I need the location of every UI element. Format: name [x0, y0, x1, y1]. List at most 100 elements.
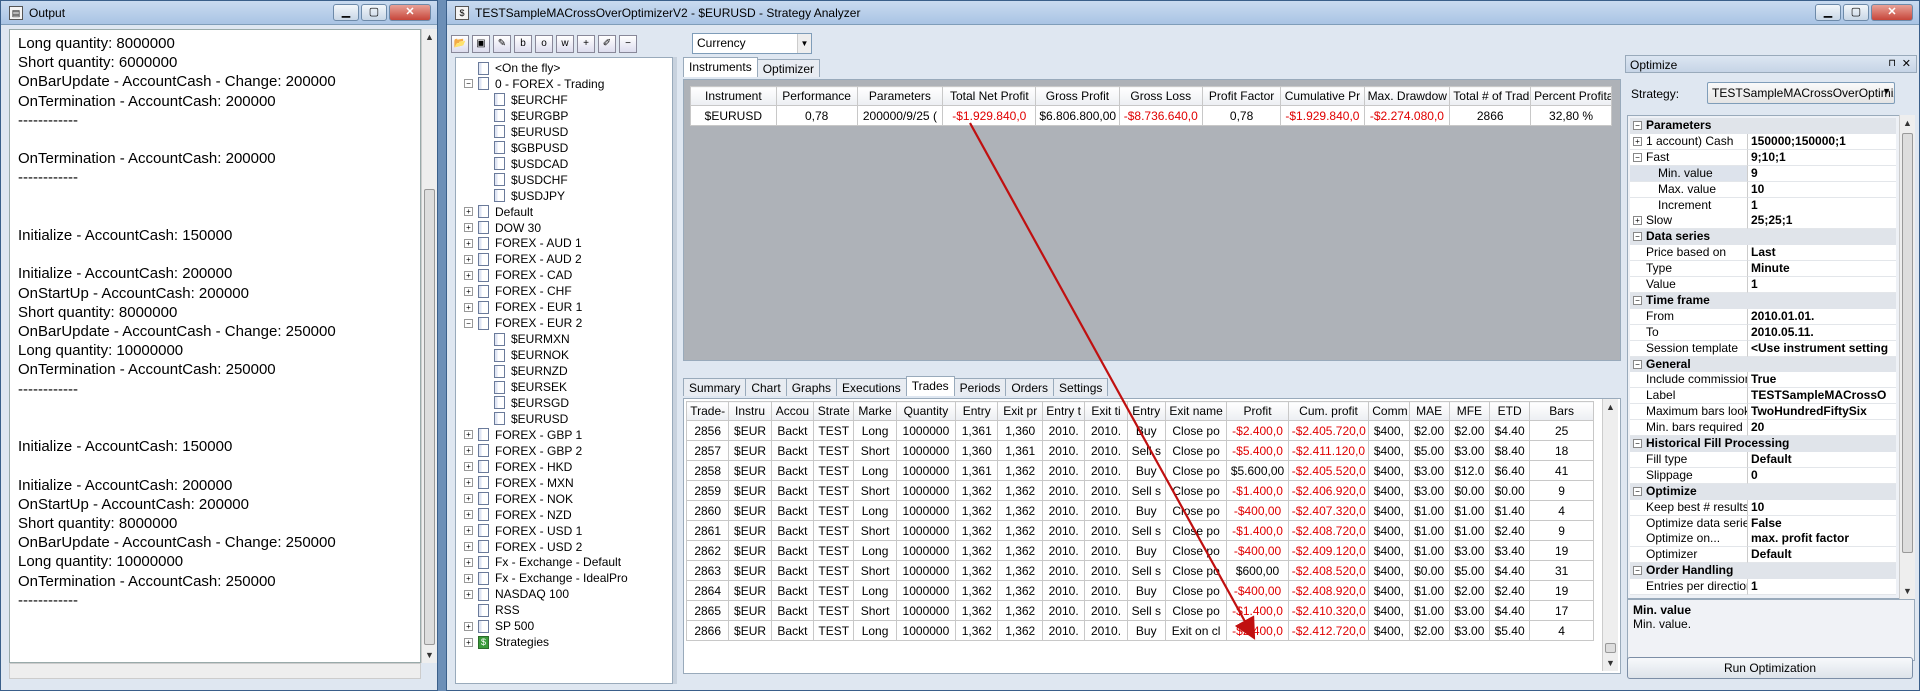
tree-item[interactable]: + FOREX - GBP 1 [464, 427, 582, 443]
column-header[interactable]: Comm [1368, 401, 1410, 421]
column-header[interactable]: Entry [1126, 401, 1166, 421]
column-header[interactable]: Performance [775, 86, 858, 106]
property-value[interactable]: 150000;150000;1 [1748, 133, 1896, 150]
column-header[interactable]: Strate [813, 401, 855, 421]
expand-icon[interactable]: + [464, 637, 473, 647]
property-category[interactable]: Historical Fill Processing − [1630, 436, 1896, 452]
expand-icon[interactable]: + [464, 510, 473, 520]
optimize-icon[interactable]: o [535, 35, 553, 53]
instrument-tree[interactable]: <On the fly> −0 - FOREX - Trading $EURCHF $… [455, 57, 673, 684]
tree-item[interactable]: + SP 500 [464, 618, 534, 634]
property-row[interactable]: Type Minute [1630, 261, 1896, 278]
column-header[interactable]: Total # of Trad [1449, 86, 1532, 106]
expand-icon[interactable]: + [464, 478, 473, 488]
remove-icon[interactable]: − [619, 35, 637, 53]
collapse-icon[interactable]: − [1633, 152, 1642, 162]
open-folder-icon[interactable]: 📂 [451, 35, 469, 53]
output-scrollbar[interactable]: ▲ ▼ [421, 29, 437, 663]
collapse-icon[interactable]: − [464, 79, 473, 89]
tree-item[interactable]: $EURSGD [494, 395, 569, 411]
scroll-up-arrow-icon[interactable]: ▲ [1900, 115, 1915, 131]
strategy-select[interactable]: TESTSampleMACrossOverOptimize ▼ [1707, 82, 1895, 104]
tree-item[interactable]: + FOREX - CHF [464, 283, 572, 299]
table-row[interactable]: $EURUSD 0,78 200000/9/25 (-$1.929.840,0 $6.… [690, 105, 1612, 126]
expand-icon[interactable]: + [464, 557, 473, 567]
property-category[interactable]: Order Handling − [1630, 563, 1896, 580]
tree-item[interactable]: $USDCHF [494, 172, 568, 188]
property-value[interactable]: 0 [1748, 467, 1896, 484]
tree-item[interactable]: $EURCHF [494, 92, 568, 108]
tree-item[interactable]: + FOREX - GBP 2 [464, 443, 582, 459]
splitter[interactable] [673, 57, 677, 684]
output-text[interactable]: Long quantity: 8000000 Short quantity: 6… [9, 29, 421, 663]
tree-item[interactable]: + FOREX - NZD [464, 507, 572, 523]
tree-item[interactable]: + FOREX - MXN [464, 475, 574, 491]
scroll-up-arrow-icon[interactable]: ▲ [422, 29, 437, 45]
tree-item[interactable]: $EURUSD [494, 124, 568, 140]
maximize-button[interactable]: ▢ [1843, 4, 1869, 21]
table-row[interactable]: 2860 $EUR Backt TEST Long 1000000 1,362 1,362 20… [685, 500, 1594, 521]
property-category[interactable]: Data series − [1630, 229, 1896, 246]
column-header[interactable]: Parameters [856, 86, 944, 106]
tab-trades[interactable]: Trades [905, 376, 955, 396]
property-value[interactable]: 1 [1748, 579, 1896, 596]
column-header[interactable]: Bars [1529, 401, 1594, 421]
tab-optimizer[interactable]: Optimizer [756, 59, 821, 77]
expand-icon[interactable]: + [464, 573, 473, 583]
expand-icon[interactable]: + [464, 446, 473, 456]
maximize-button[interactable]: ▢ [361, 4, 387, 21]
expand-icon[interactable]: + [464, 254, 473, 264]
backtest-icon[interactable]: b [514, 35, 532, 53]
property-row[interactable]: Optimize data series False [1630, 515, 1896, 532]
table-row[interactable]: 2856 $EUR Backt TEST Long 1000000 1,361 1,360 20… [685, 420, 1594, 441]
table-row[interactable]: 2861 $EUR Backt TEST Short 1000000 1,362 1,362 2… [685, 520, 1594, 541]
expand-icon[interactable]: + [464, 223, 473, 232]
property-value[interactable]: Last [1748, 245, 1896, 262]
property-row[interactable]: From 2010.01.01. [1630, 308, 1896, 325]
table-row[interactable]: 2858 $EUR Backt TEST Long 1000000 1,361 1,362 20… [685, 460, 1594, 481]
column-header[interactable]: Trade- [685, 401, 730, 421]
collapse-icon[interactable]: − [464, 318, 473, 328]
property-row[interactable]: Label TESTSampleMACrossO [1630, 388, 1896, 405]
property-value[interactable]: 1 [1748, 197, 1896, 214]
expand-icon[interactable]: + [464, 270, 473, 280]
property-row[interactable]: Increment 1 [1630, 197, 1896, 214]
property-row[interactable]: 1 account) Cash +150000;150000;1 [1630, 133, 1896, 150]
column-header[interactable]: Cum. profit [1287, 401, 1370, 421]
tree-item[interactable]: − FOREX - EUR 2 [464, 315, 582, 331]
tree-item[interactable]: + NASDAQ 100 [464, 586, 569, 602]
column-header[interactable]: Instrument [690, 86, 777, 106]
tab-summary[interactable]: Summary [683, 378, 747, 396]
collapse-icon[interactable]: − [1633, 232, 1642, 242]
collapse-icon[interactable]: − [1633, 486, 1642, 496]
tree-item[interactable]: + DOW 30 [464, 220, 541, 236]
property-row[interactable]: Slippage 0 [1630, 467, 1896, 484]
property-value[interactable]: 1 [1748, 277, 1896, 293]
save-icon[interactable]: ▣ [472, 35, 490, 53]
property-value[interactable]: True [1748, 372, 1896, 389]
close-icon[interactable]: ✕ [1902, 57, 1911, 70]
table-row[interactable]: 2866 $EUR Backt TEST Long 1000000 1,362 1,362 20… [685, 620, 1594, 641]
property-value[interactable]: Default [1748, 451, 1896, 468]
tree-item[interactable]: + FOREX - AUD 2 [464, 251, 582, 267]
instrument-type-combo[interactable]: Currency ▼ [692, 33, 812, 54]
property-value[interactable]: max. profit factor [1748, 531, 1896, 548]
expand-icon[interactable]: + [464, 207, 473, 217]
property-row[interactable]: Session template <Use instrument setting [1630, 340, 1896, 357]
property-value[interactable]: False [1748, 515, 1896, 532]
scroll-down-arrow-icon[interactable]: ▼ [1603, 655, 1618, 671]
tab-periods[interactable]: Periods [953, 378, 1007, 396]
tree-item[interactable]: $GBPUSD [494, 140, 568, 156]
property-value[interactable]: 25;25;1 [1748, 213, 1896, 230]
property-row[interactable]: Fill type Default [1630, 451, 1896, 468]
expand-icon[interactable]: + [464, 462, 473, 472]
column-header[interactable]: Exit name [1164, 401, 1228, 421]
output-hscrollbar[interactable] [9, 663, 421, 679]
expand-icon[interactable]: + [464, 621, 473, 631]
column-header[interactable]: Quantity [895, 401, 957, 421]
tree-item[interactable]: + FOREX - CAD [464, 267, 572, 283]
scroll-down-arrow-icon[interactable]: ▼ [422, 647, 437, 663]
column-header[interactable]: Gross Loss [1118, 86, 1203, 106]
tree-item[interactable]: $USDCAD [494, 156, 568, 172]
expand-icon[interactable]: + [464, 589, 473, 599]
